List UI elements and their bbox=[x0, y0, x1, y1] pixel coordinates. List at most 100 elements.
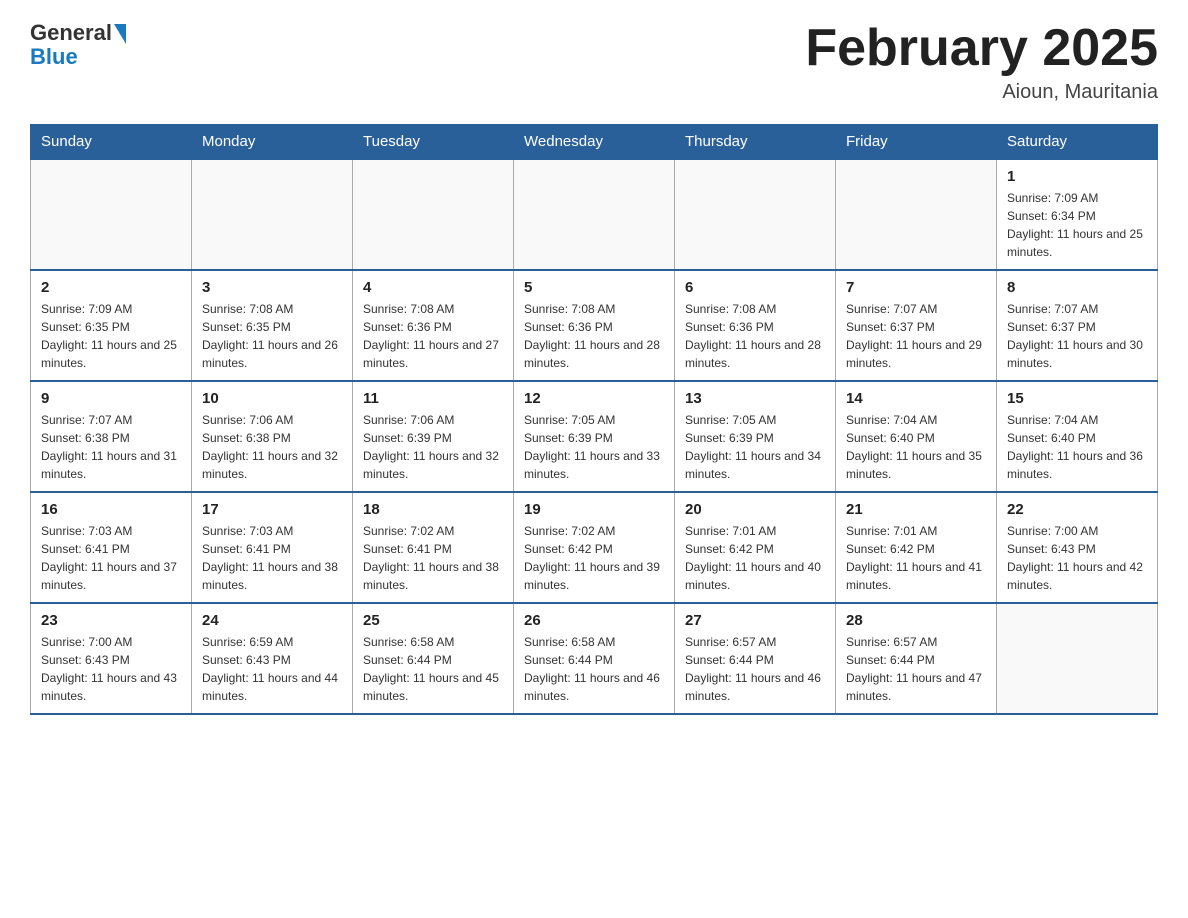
day-info: Sunrise: 7:00 AM Sunset: 6:43 PM Dayligh… bbox=[1007, 522, 1147, 594]
calendar-cell: 1 Sunrise: 7:09 AM Sunset: 6:34 PM Daylig… bbox=[997, 159, 1158, 270]
calendar-cell: 10Sunrise: 7:06 AM Sunset: 6:38 PM Dayli… bbox=[192, 381, 353, 492]
day-info: Sunrise: 7:04 AM Sunset: 6:40 PM Dayligh… bbox=[1007, 411, 1147, 483]
day-number: 28 bbox=[846, 612, 986, 629]
day-number: 10 bbox=[202, 390, 342, 407]
page-header: General Blue February 2025 Aioun, Maurit… bbox=[30, 20, 1158, 104]
day-of-week-header: Tuesday bbox=[353, 125, 514, 160]
calendar-cell: 27 Sunrise: 6:57 AM Sunset: 6:44 PM Dayli… bbox=[675, 603, 836, 714]
day-of-week-header: Friday bbox=[836, 125, 997, 160]
calendar-cell: 11 Sunrise: 7:06 AM Sunset: 6:39 PM Dayli… bbox=[353, 381, 514, 492]
day-info: Sunrise: 7:01 AM Sunset: 6:42 PM Dayligh… bbox=[846, 522, 986, 594]
day-info: Sunrise: 7:07 AM Sunset: 6:37 PM Dayligh… bbox=[846, 300, 986, 372]
day-number: 21 bbox=[846, 501, 986, 518]
day-info: Sunrise: 7:09 AM Sunset: 6:34 PM Dayligh… bbox=[1007, 189, 1147, 261]
day-number: 19 bbox=[524, 501, 664, 518]
calendar-cell: 25 Sunrise: 6:58 AM Sunset: 6:44 PM Dayli… bbox=[353, 603, 514, 714]
day-info: Sunrise: 7:08 AM Sunset: 6:36 PM Dayligh… bbox=[685, 300, 825, 372]
day-number: 20 bbox=[685, 501, 825, 518]
logo: General Blue bbox=[30, 20, 126, 70]
day-number: 27 bbox=[685, 612, 825, 629]
calendar-cell: 7 Sunrise: 7:07 AM Sunset: 6:37 PM Daylig… bbox=[836, 270, 997, 381]
calendar-cell: 5 Sunrise: 7:08 AM Sunset: 6:36 PM Daylig… bbox=[514, 270, 675, 381]
calendar-cell: 9Sunrise: 7:07 AM Sunset: 6:38 PM Daylig… bbox=[31, 381, 192, 492]
day-number: 12 bbox=[524, 390, 664, 407]
calendar-cell: 22 Sunrise: 7:00 AM Sunset: 6:43 PM Dayli… bbox=[997, 492, 1158, 603]
day-info: Sunrise: 6:57 AM Sunset: 6:44 PM Dayligh… bbox=[846, 633, 986, 705]
logo-blue-text: Blue bbox=[30, 44, 78, 70]
calendar-cell: 4 Sunrise: 7:08 AM Sunset: 6:36 PM Daylig… bbox=[353, 270, 514, 381]
day-info: Sunrise: 7:08 AM Sunset: 6:35 PM Dayligh… bbox=[202, 300, 342, 372]
day-number: 3 bbox=[202, 279, 342, 296]
calendar-cell bbox=[675, 159, 836, 270]
calendar-cell: 13 Sunrise: 7:05 AM Sunset: 6:39 PM Dayli… bbox=[675, 381, 836, 492]
day-info: Sunrise: 6:57 AM Sunset: 6:44 PM Dayligh… bbox=[685, 633, 825, 705]
day-of-week-header: Wednesday bbox=[514, 125, 675, 160]
day-number: 6 bbox=[685, 279, 825, 296]
day-number: 11 bbox=[363, 390, 503, 407]
day-info: Sunrise: 6:58 AM Sunset: 6:44 PM Dayligh… bbox=[524, 633, 664, 705]
day-number: 17 bbox=[202, 501, 342, 518]
day-number: 7 bbox=[846, 279, 986, 296]
calendar-cell: 15Sunrise: 7:04 AM Sunset: 6:40 PM Dayli… bbox=[997, 381, 1158, 492]
day-info: Sunrise: 7:08 AM Sunset: 6:36 PM Dayligh… bbox=[363, 300, 503, 372]
day-info: Sunrise: 7:05 AM Sunset: 6:39 PM Dayligh… bbox=[685, 411, 825, 483]
day-number: 8 bbox=[1007, 279, 1147, 296]
day-info: Sunrise: 6:59 AM Sunset: 6:43 PM Dayligh… bbox=[202, 633, 342, 705]
logo-triangle-icon bbox=[114, 24, 126, 44]
day-info: Sunrise: 7:06 AM Sunset: 6:39 PM Dayligh… bbox=[363, 411, 503, 483]
calendar-cell: 18 Sunrise: 7:02 AM Sunset: 6:41 PM Dayli… bbox=[353, 492, 514, 603]
day-number: 16 bbox=[41, 501, 181, 518]
calendar-cell: 16 Sunrise: 7:03 AM Sunset: 6:41 PM Dayli… bbox=[31, 492, 192, 603]
calendar-header-row: SundayMondayTuesdayWednesdayThursdayFrid… bbox=[31, 125, 1158, 160]
day-number: 1 bbox=[1007, 168, 1147, 185]
calendar-week-row: 1 Sunrise: 7:09 AM Sunset: 6:34 PM Daylig… bbox=[31, 159, 1158, 270]
calendar-cell: 24 Sunrise: 6:59 AM Sunset: 6:43 PM Dayli… bbox=[192, 603, 353, 714]
calendar-cell: 19 Sunrise: 7:02 AM Sunset: 6:42 PM Dayli… bbox=[514, 492, 675, 603]
day-number: 9 bbox=[41, 390, 181, 407]
day-of-week-header: Thursday bbox=[675, 125, 836, 160]
day-info: Sunrise: 6:58 AM Sunset: 6:44 PM Dayligh… bbox=[363, 633, 503, 705]
day-number: 25 bbox=[363, 612, 503, 629]
calendar-cell bbox=[514, 159, 675, 270]
day-info: Sunrise: 7:07 AM Sunset: 6:37 PM Dayligh… bbox=[1007, 300, 1147, 372]
day-info: Sunrise: 7:02 AM Sunset: 6:42 PM Dayligh… bbox=[524, 522, 664, 594]
calendar-cell: 14 Sunrise: 7:04 AM Sunset: 6:40 PM Dayli… bbox=[836, 381, 997, 492]
calendar-cell: 28 Sunrise: 6:57 AM Sunset: 6:44 PM Dayli… bbox=[836, 603, 997, 714]
calendar-cell: 3 Sunrise: 7:08 AM Sunset: 6:35 PM Daylig… bbox=[192, 270, 353, 381]
calendar-cell: 20 Sunrise: 7:01 AM Sunset: 6:42 PM Dayli… bbox=[675, 492, 836, 603]
calendar-week-row: 16 Sunrise: 7:03 AM Sunset: 6:41 PM Dayli… bbox=[31, 492, 1158, 603]
day-info: Sunrise: 7:02 AM Sunset: 6:41 PM Dayligh… bbox=[363, 522, 503, 594]
calendar-cell: 12Sunrise: 7:05 AM Sunset: 6:39 PM Dayli… bbox=[514, 381, 675, 492]
day-info: Sunrise: 7:04 AM Sunset: 6:40 PM Dayligh… bbox=[846, 411, 986, 483]
calendar-table: SundayMondayTuesdayWednesdayThursdayFrid… bbox=[30, 124, 1158, 715]
day-info: Sunrise: 7:09 AM Sunset: 6:35 PM Dayligh… bbox=[41, 300, 181, 372]
day-number: 13 bbox=[685, 390, 825, 407]
calendar-cell: 8 Sunrise: 7:07 AM Sunset: 6:37 PM Daylig… bbox=[997, 270, 1158, 381]
day-info: Sunrise: 7:01 AM Sunset: 6:42 PM Dayligh… bbox=[685, 522, 825, 594]
calendar-week-row: 23 Sunrise: 7:00 AM Sunset: 6:43 PM Dayli… bbox=[31, 603, 1158, 714]
calendar-week-row: 9Sunrise: 7:07 AM Sunset: 6:38 PM Daylig… bbox=[31, 381, 1158, 492]
calendar-cell bbox=[997, 603, 1158, 714]
day-info: Sunrise: 7:03 AM Sunset: 6:41 PM Dayligh… bbox=[41, 522, 181, 594]
location-text: Aioun, Mauritania bbox=[805, 81, 1158, 104]
day-number: 23 bbox=[41, 612, 181, 629]
day-number: 4 bbox=[363, 279, 503, 296]
calendar-cell bbox=[192, 159, 353, 270]
calendar-cell: 26Sunrise: 6:58 AM Sunset: 6:44 PM Dayli… bbox=[514, 603, 675, 714]
day-number: 5 bbox=[524, 279, 664, 296]
day-info: Sunrise: 7:08 AM Sunset: 6:36 PM Dayligh… bbox=[524, 300, 664, 372]
day-of-week-header: Monday bbox=[192, 125, 353, 160]
calendar-cell: 21 Sunrise: 7:01 AM Sunset: 6:42 PM Dayli… bbox=[836, 492, 997, 603]
calendar-cell bbox=[836, 159, 997, 270]
day-number: 24 bbox=[202, 612, 342, 629]
day-info: Sunrise: 7:03 AM Sunset: 6:41 PM Dayligh… bbox=[202, 522, 342, 594]
calendar-cell: 23 Sunrise: 7:00 AM Sunset: 6:43 PM Dayli… bbox=[31, 603, 192, 714]
day-number: 18 bbox=[363, 501, 503, 518]
title-area: February 2025 Aioun, Mauritania bbox=[805, 20, 1158, 104]
day-of-week-header: Saturday bbox=[997, 125, 1158, 160]
day-info: Sunrise: 7:00 AM Sunset: 6:43 PM Dayligh… bbox=[41, 633, 181, 705]
day-number: 22 bbox=[1007, 501, 1147, 518]
day-of-week-header: Sunday bbox=[31, 125, 192, 160]
day-number: 2 bbox=[41, 279, 181, 296]
day-number: 14 bbox=[846, 390, 986, 407]
